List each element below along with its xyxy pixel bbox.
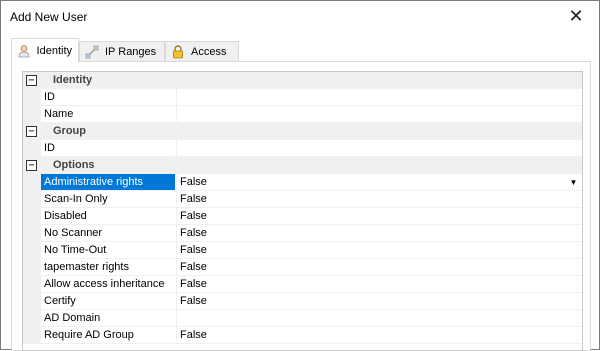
collapse-toggle[interactable]: − — [26, 126, 37, 137]
tab-label: IP Ranges — [105, 46, 157, 58]
property-grid[interactable]: − Identity ID Name − Group ID − Options … — [22, 71, 583, 351]
tab-ip-ranges[interactable]: IP Ranges — [79, 41, 165, 62]
tab-label: Identity — [36, 45, 72, 57]
property-row[interactable]: Administrative rights False ▼ — [23, 174, 582, 191]
close-button[interactable]: ✕ — [553, 1, 599, 32]
user-icon — [16, 43, 32, 59]
property-label: Certify — [41, 293, 175, 310]
property-value[interactable]: False — [176, 225, 582, 242]
close-icon: ✕ — [568, 6, 584, 26]
category-label: Options — [41, 157, 582, 174]
identity-tab-panel: − Identity ID Name − Group ID − Options … — [11, 61, 591, 351]
tab-identity[interactable]: Identity — [11, 38, 79, 63]
property-row[interactable]: No Scanner False — [23, 225, 582, 242]
property-value[interactable]: False — [176, 276, 582, 293]
collapse-toggle[interactable]: − — [26, 75, 37, 86]
window-title: Add New User — [10, 10, 88, 24]
property-row[interactable]: Require AD Group False — [23, 327, 582, 344]
property-row[interactable]: Name — [23, 106, 582, 123]
add-new-user-dialog: Add New User ✕ Identity IP Ranges Access… — [0, 0, 600, 351]
category-label: Group — [41, 123, 582, 140]
ip-ranges-icon — [84, 44, 100, 60]
property-row[interactable]: Allow access inheritance False — [23, 276, 582, 293]
property-label: Disabled — [41, 208, 175, 225]
property-row[interactable]: Certify False — [23, 293, 582, 310]
property-label: ID — [41, 140, 175, 157]
property-value[interactable] — [176, 140, 582, 157]
property-value[interactable]: False ▼ — [176, 174, 582, 191]
property-label: No Time-Out — [41, 242, 175, 259]
property-label: No Scanner — [41, 225, 175, 242]
property-row[interactable]: ID — [23, 140, 582, 157]
category-options[interactable]: − Options — [23, 157, 582, 174]
lock-icon — [170, 44, 186, 60]
property-row[interactable]: tapemaster rights False — [23, 259, 582, 276]
category-group[interactable]: − Group — [23, 123, 582, 140]
property-value[interactable] — [176, 310, 582, 327]
property-row[interactable]: Disabled False — [23, 208, 582, 225]
category-identity[interactable]: − Identity — [23, 72, 582, 89]
chevron-down-icon[interactable]: ▼ — [568, 177, 579, 188]
property-value[interactable]: False — [176, 259, 582, 276]
property-value[interactable] — [176, 89, 582, 106]
collapse-toggle[interactable]: − — [26, 160, 37, 171]
property-row[interactable]: Scan-In Only False — [23, 191, 582, 208]
property-row[interactable]: AD Domain — [23, 310, 582, 327]
property-value[interactable]: False — [176, 242, 582, 259]
property-label: Name — [41, 106, 175, 123]
property-value[interactable]: False — [176, 191, 582, 208]
property-label: ID — [41, 89, 175, 106]
property-value-text: False — [180, 176, 207, 188]
tab-access[interactable]: Access — [165, 41, 239, 62]
property-label: tapemaster rights — [41, 259, 175, 276]
property-label: Scan-In Only — [41, 191, 175, 208]
category-label: Identity — [41, 72, 582, 89]
property-label: Administrative rights — [41, 174, 175, 191]
property-row[interactable]: No Time-Out False — [23, 242, 582, 259]
property-label: Require AD Group — [41, 327, 175, 344]
property-value[interactable]: False — [176, 293, 582, 310]
tab-strip: Identity IP Ranges Access — [11, 38, 591, 63]
tab-label: Access — [191, 46, 227, 58]
property-value[interactable]: False — [176, 208, 582, 225]
property-label: AD Domain — [41, 310, 175, 327]
property-value[interactable] — [176, 106, 582, 123]
property-row[interactable]: ID — [23, 89, 582, 106]
property-value[interactable]: False — [176, 327, 582, 344]
property-label: Allow access inheritance — [41, 276, 175, 293]
title-bar[interactable]: Add New User ✕ — [1, 1, 599, 33]
